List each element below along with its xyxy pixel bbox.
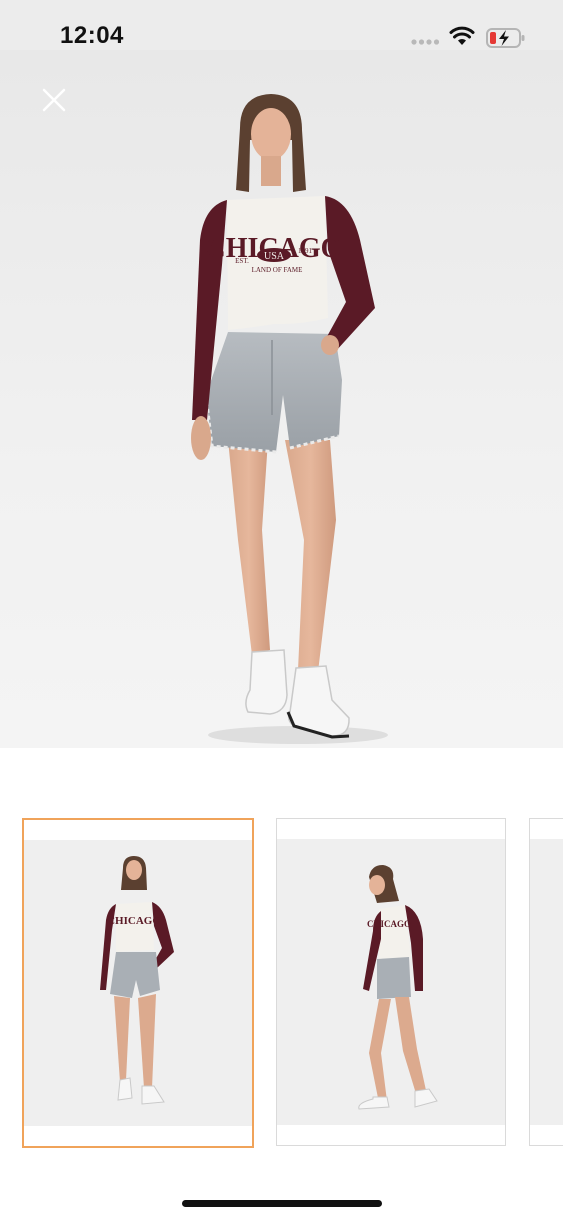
thumbnail-partial-image <box>530 839 563 1125</box>
status-bar: 12:04 <box>0 0 563 50</box>
main-product-image[interactable]: CHICAGO USA EST. 1991 LAND OF FAME <box>0 50 563 748</box>
model-side-thumbnail: CHICAGO <box>358 865 438 1110</box>
shirt-print-line3: LAND OF FAME <box>252 266 303 274</box>
cellular-signal-icon <box>411 39 440 45</box>
shirt-print-est: EST. <box>235 257 249 265</box>
model-front-illustration: CHICAGO USA EST. 1991 LAND OF FAME <box>191 94 388 744</box>
shirt-print-badge: USA <box>264 251 285 262</box>
home-indicator <box>182 1200 382 1207</box>
thumbnail-front-image: CHICAGO <box>24 840 252 1126</box>
thumbnail-front[interactable]: CHICAGO <box>22 818 254 1148</box>
shirt-print-year: 1991 <box>298 247 313 255</box>
thumbnail-partial[interactable] <box>529 818 563 1146</box>
thumb-side-shirt-print: CHICAGO <box>367 919 411 929</box>
wifi-icon <box>449 26 475 45</box>
close-icon[interactable] <box>38 84 70 116</box>
battery-charging-icon <box>486 28 525 48</box>
thumb-shirt-print: CHICAGO <box>107 915 161 927</box>
thumbnail-strip[interactable]: CHICAGO CHICAGO <box>0 818 563 1150</box>
model-front-thumbnail: CHICAGO <box>100 856 174 1105</box>
thumbnail-side[interactable]: CHICAGO <box>276 818 506 1146</box>
thumbnail-side-image: CHICAGO <box>277 839 505 1125</box>
status-time: 12:04 <box>60 22 124 49</box>
